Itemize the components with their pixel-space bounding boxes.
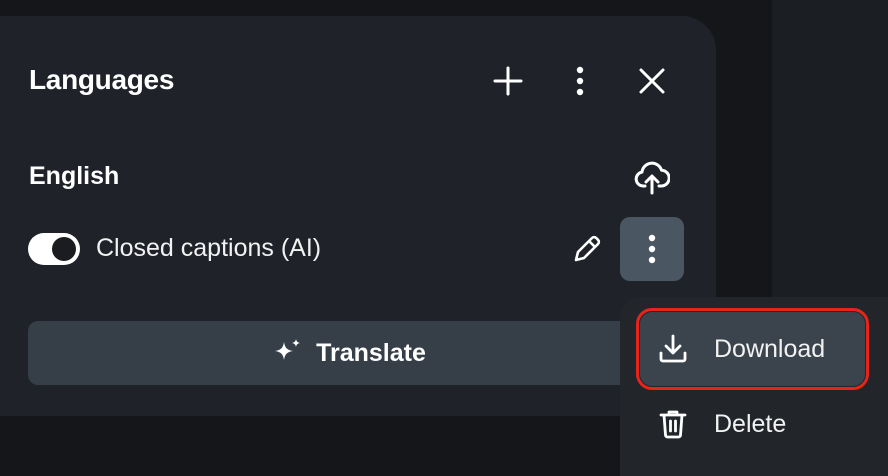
more-vertical-icon [576, 66, 584, 96]
edit-track-button[interactable] [567, 229, 607, 269]
sparkle-icon [275, 339, 301, 360]
plus-icon [493, 66, 523, 96]
download-label: Download [714, 334, 826, 363]
track-context-menu: Download Delete [620, 297, 888, 476]
translate-button[interactable]: Translate [28, 321, 668, 385]
captions-toggle[interactable] [28, 233, 80, 265]
close-panel-button[interactable] [632, 61, 672, 101]
pencil-icon [574, 235, 601, 262]
download-icon [653, 333, 693, 365]
panel-more-button[interactable] [560, 61, 600, 101]
track-more-button[interactable] [620, 217, 684, 281]
delete-label: Delete [714, 409, 787, 438]
cloud-upload-icon [634, 161, 670, 195]
track-label: Closed captions (AI) [96, 234, 322, 262]
upload-button[interactable] [632, 158, 672, 198]
toggle-knob [52, 237, 76, 261]
translate-label: Translate [316, 338, 426, 367]
download-menu-item[interactable]: Download [636, 308, 869, 390]
close-icon [639, 68, 665, 94]
language-name: English [29, 162, 120, 190]
panel-title: Languages [29, 64, 175, 95]
delete-menu-item[interactable]: Delete [640, 387, 865, 461]
more-vertical-icon [648, 234, 656, 264]
add-language-button[interactable] [488, 61, 528, 101]
trash-icon [653, 408, 693, 440]
